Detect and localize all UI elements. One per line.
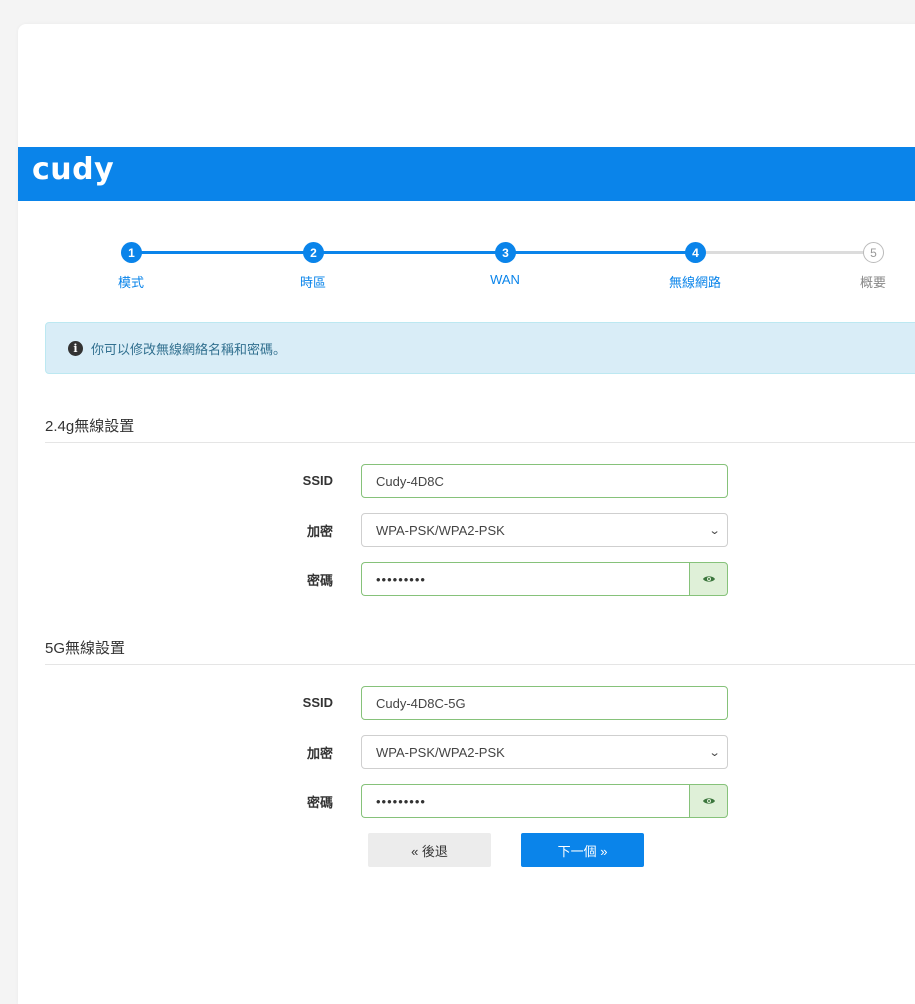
step-2-label: 時區: [299, 275, 326, 290]
next-button[interactable]: 下一個 »: [521, 833, 644, 867]
step-5-circle: 5: [863, 242, 884, 263]
wifi-5g-ssid-value: Cudy-4D8C-5G: [376, 695, 466, 711]
wifi-5g-encryption-value: WPA-PSK/WPA2-PSK: [376, 744, 505, 760]
wifi-24g-password-value: •••••••••: [376, 571, 426, 587]
wifi-24g-ssid-value: Cudy-4D8C: [376, 473, 444, 489]
wifi-5g-password-input[interactable]: •••••••••: [361, 784, 689, 818]
wifi-24g-password-input[interactable]: •••••••••: [361, 562, 689, 596]
back-button[interactable]: « 後退: [368, 833, 491, 867]
wifi-5g-password-value: •••••••••: [376, 793, 426, 809]
wifi-5g-password-group: •••••••••: [361, 784, 728, 818]
cudy-logo: cudy: [32, 152, 115, 187]
wifi-5g-ssid-label: SSID: [302, 695, 333, 710]
wifi-24g-show-password-button[interactable]: [689, 562, 728, 596]
step-1-circle: 1: [121, 242, 142, 263]
step-1-label: 模式: [117, 275, 144, 290]
brand-bar: cudy: [18, 147, 915, 201]
eye-icon: [702, 576, 715, 582]
wifi-24g-password-label: 密碼: [306, 573, 333, 588]
wifi-5g-divider: [45, 664, 915, 665]
setup-wizard-card: cudy 1 模式 2 時區 3 WAN 4 無線網路 5 概要 i 你可以修改…: [18, 24, 915, 1004]
wifi-24g-encryption-label: 加密: [306, 524, 333, 539]
info-alert: i 你可以修改無線網絡名稱和密碼。: [45, 322, 915, 374]
eye-icon: [702, 798, 715, 804]
wifi-5g-encryption-select[interactable]: WPA-PSK/WPA2-PSK ⌄: [361, 735, 728, 769]
step-2-circle: 2: [303, 242, 324, 263]
wifi-24g-password-group: •••••••••: [361, 562, 728, 596]
wifi-5g-section-title: 5G無線設置: [45, 640, 126, 657]
stepper-progress-line: [131, 251, 696, 254]
step-5-label: 概要: [859, 275, 886, 290]
wifi-24g-ssid-input[interactable]: Cudy-4D8C: [361, 464, 728, 498]
step-3-label: WAN: [490, 272, 520, 287]
wifi-24g-section-title: 2.4g無線設置: [45, 418, 135, 435]
wifi-24g-encryption-value: WPA-PSK/WPA2-PSK: [376, 522, 505, 538]
wifi-24g-encryption-select[interactable]: WPA-PSK/WPA2-PSK ⌄: [361, 513, 728, 547]
wifi-24g-divider: [45, 442, 915, 443]
step-4-circle: 4: [685, 242, 706, 263]
wifi-5g-show-password-button[interactable]: [689, 784, 728, 818]
step-4-label: 無線網路: [668, 275, 721, 290]
wifi-24g-ssid-label: SSID: [302, 473, 333, 488]
chevron-down-icon: ⌄: [708, 524, 721, 537]
stepper-remaining-line: [696, 251, 871, 254]
info-alert-text: 你可以修改無線網絡名稱和密碼。: [91, 341, 287, 357]
chevron-down-icon: ⌄: [708, 746, 721, 759]
info-icon: i: [68, 340, 83, 356]
wifi-5g-encryption-label: 加密: [306, 746, 333, 761]
wifi-5g-ssid-input[interactable]: Cudy-4D8C-5G: [361, 686, 728, 720]
wifi-5g-password-label: 密碼: [306, 795, 333, 810]
step-3-circle: 3: [495, 242, 516, 263]
wizard-stepper: 1 模式 2 時區 3 WAN 4 無線網路 5 概要: [18, 240, 915, 300]
